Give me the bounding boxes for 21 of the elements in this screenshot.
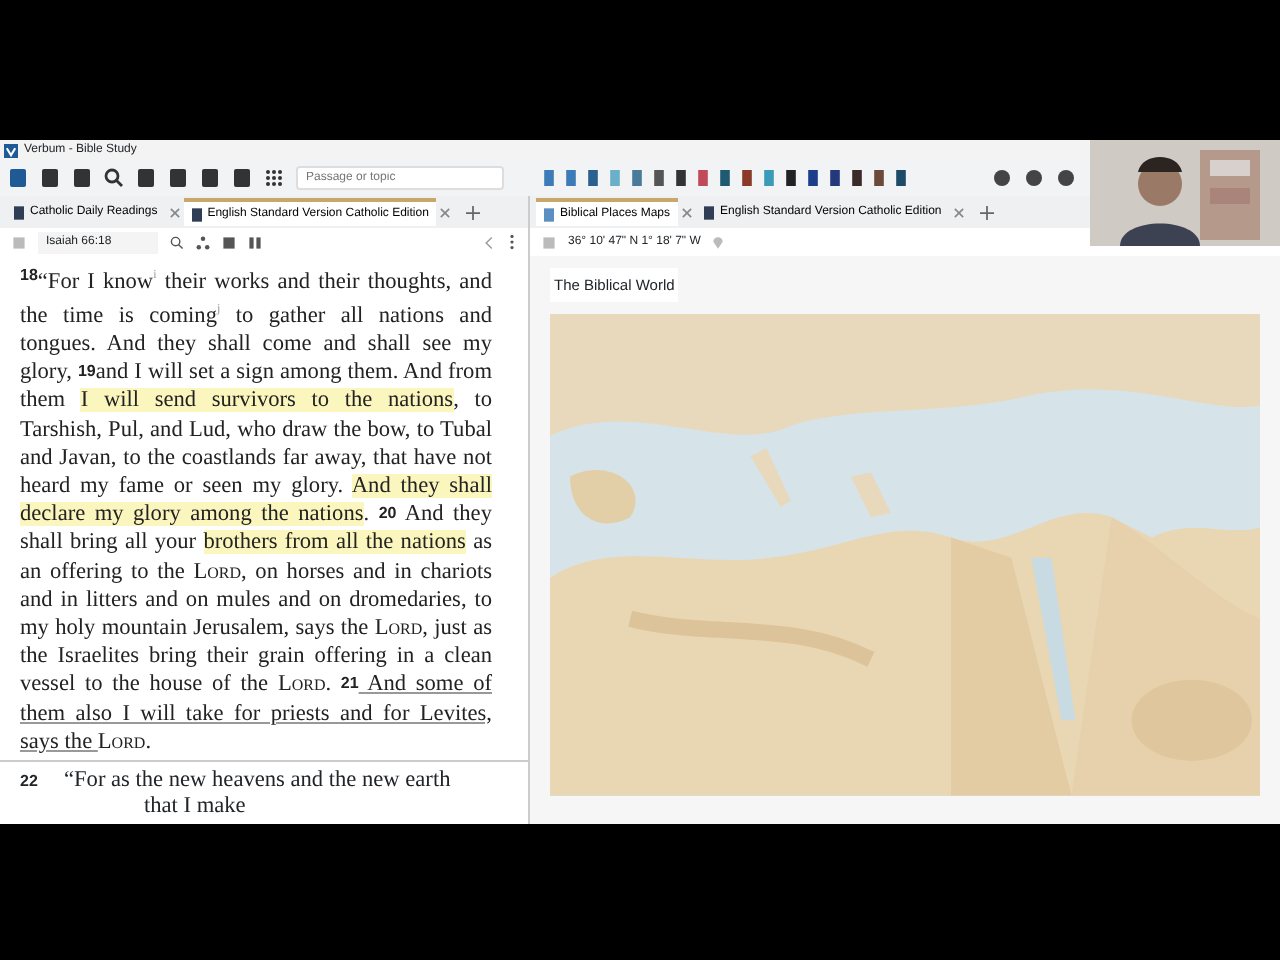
- tree-icon[interactable]: [196, 235, 210, 249]
- close-icon[interactable]: [682, 207, 693, 217]
- more-icon[interactable]: [508, 234, 516, 250]
- new-tab-icon[interactable]: [466, 205, 481, 219]
- close-icon[interactable]: [169, 207, 180, 217]
- columns-icon[interactable]: [248, 235, 262, 249]
- back-icon[interactable]: [482, 235, 496, 249]
- search-icon[interactable]: [170, 235, 184, 249]
- close-icon[interactable]: [440, 207, 451, 217]
- book-icon: [14, 205, 24, 219]
- search-icon[interactable]: [104, 168, 124, 188]
- book-icon: [704, 205, 715, 219]
- map-icon: [544, 207, 554, 221]
- new-tab-icon[interactable]: [979, 205, 994, 219]
- verse-text-line: that I make: [142, 793, 248, 820]
- verse-text-line: “For as the new heavens and the new earth: [64, 767, 451, 794]
- close-icon[interactable]: [953, 207, 964, 217]
- book-icon: [191, 207, 202, 221]
- pin-icon[interactable]: [712, 235, 725, 249]
- apps-icon[interactable]: [264, 168, 284, 188]
- verse-number: 22: [20, 769, 40, 794]
